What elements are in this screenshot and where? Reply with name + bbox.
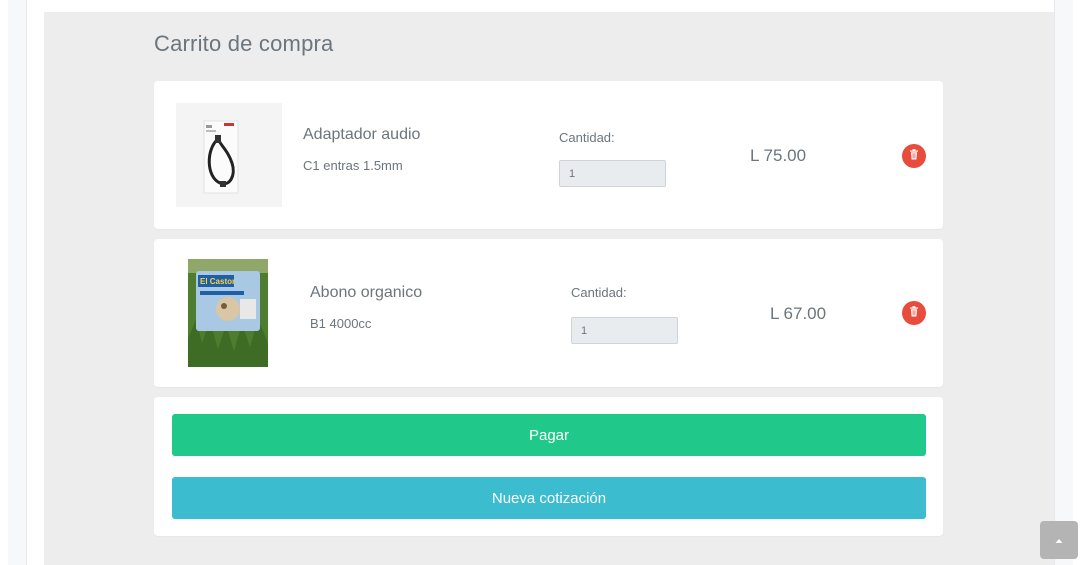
product-price: L 75.00 (750, 146, 807, 165)
trash-icon (909, 147, 919, 165)
scroll-to-top-button[interactable] (1040, 521, 1078, 559)
page-title: Carrito de compra (154, 31, 334, 56)
product-description: B1 4000cc (310, 316, 372, 331)
delete-item-button[interactable] (902, 301, 926, 325)
fertilizer-brand-text: El Castor (200, 277, 235, 286)
cart-item: Adaptador audio C1 entras 1.5mm Cantidad… (154, 81, 943, 229)
product-name: Adaptador audio (303, 126, 421, 143)
product-price: L 67.00 (770, 304, 827, 323)
quantity-input[interactable] (571, 317, 678, 344)
quantity-label: Cantidad: (559, 130, 615, 145)
trash-icon (909, 304, 919, 322)
quantity-input[interactable] (559, 160, 666, 187)
chevron-up-icon (1055, 531, 1063, 549)
product-description: C1 entras 1.5mm (303, 158, 403, 173)
product-name: Abono organico (310, 284, 423, 301)
product-image-audio-adapter (176, 103, 282, 207)
cart-item: El Castor Abono organico B1 4000cc Canti… (154, 239, 943, 387)
quantity-label: Cantidad: (571, 285, 627, 300)
delete-item-button[interactable] (902, 144, 926, 168)
left-edge-strip (8, 0, 27, 565)
page: Carrito de compra Adaptador audio C1 ent… (0, 0, 1082, 565)
pay-button[interactable]: Pagar (172, 414, 926, 456)
checkout-actions: Pagar Nueva cotización (154, 397, 943, 536)
product-image-organic-fertilizer: El Castor (188, 259, 268, 367)
right-edge-strip (1054, 0, 1073, 565)
new-quote-button[interactable]: Nueva cotización (172, 477, 926, 519)
